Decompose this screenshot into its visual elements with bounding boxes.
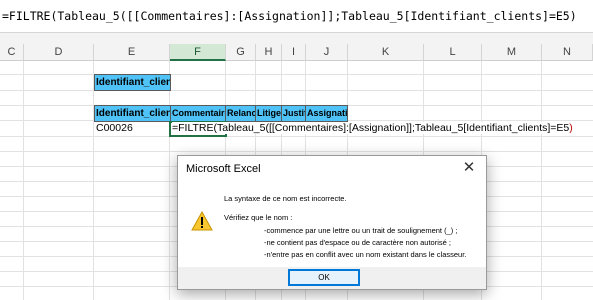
dialog-titlebar: Microsoft Excel ✕ [178, 156, 486, 183]
column-header-h[interactable]: H [256, 44, 282, 61]
dialog-bullet: -ne contient pas d'espace ou de caractèr… [264, 238, 451, 247]
dialog-message-main: La syntaxe de ce nom est incorrecte. [224, 194, 347, 203]
dialog-footer: OK [178, 267, 486, 289]
dialog-body: La syntaxe de ce nom est incorrecte. Vér… [178, 183, 486, 267]
column-header-i[interactable]: I [282, 44, 306, 61]
column-header-d[interactable]: D [24, 44, 94, 61]
active-cell-formula[interactable]: =FILTRE(Tableau_5([[Commentaires]:[Assig… [172, 122, 575, 134]
column-header-m[interactable]: M [482, 44, 542, 61]
column-header-f[interactable]: F [170, 44, 226, 61]
close-icon[interactable]: ✕ [460, 159, 478, 177]
ok-button[interactable]: OK [288, 269, 360, 286]
grid-line [0, 151, 593, 152]
column-header-g[interactable]: G [226, 44, 256, 61]
table-header-identifiant[interactable]: Identifiant_clients [94, 105, 171, 122]
grid-line [0, 136, 593, 137]
dialog-bullet: -commence par une lettre ou un trait de … [264, 226, 458, 235]
formula-bar[interactable]: =FILTRE(Tableau_5([[Commentaires]:[Assig… [0, 0, 593, 32]
table-header-litiges[interactable]: Litiges [255, 105, 282, 122]
column-header-n[interactable]: N [542, 44, 593, 61]
dialog-title: Microsoft Excel [186, 163, 261, 175]
column-header-j[interactable]: J [306, 44, 348, 61]
table-header-commentaires[interactable]: Commentaires [170, 105, 226, 122]
active-cell-f5[interactable]: =FILTRE(Tableau_5([[Commentaires]:[Assig… [169, 121, 575, 137]
grid-line [0, 74, 593, 75]
table-header-justif[interactable]: Justif [281, 105, 306, 122]
dialog-bullet: -n'entre pas en conflit avec un nom exis… [264, 250, 467, 259]
dialog-message-check: Vérifiez que le nom : [224, 213, 293, 222]
client-id-cell[interactable]: C00026 [94, 121, 170, 136]
column-header-l[interactable]: L [424, 44, 482, 61]
grid-line [0, 90, 593, 91]
error-dialog: Microsoft Excel ✕ La syntaxe de ce nom e… [177, 155, 487, 290]
formula-text[interactable]: =FILTRE(Tableau_5([[Commentaires]:[Assig… [2, 0, 577, 32]
warning-icon [191, 211, 213, 231]
column-header-c[interactable]: C [0, 44, 24, 61]
table-header-assignation[interactable]: Assignation [305, 105, 348, 122]
table-header-relance[interactable]: Relance [225, 105, 256, 122]
closing-paren: ) [569, 122, 573, 134]
column-header-k[interactable]: K [348, 44, 424, 61]
column-header-e[interactable]: E [94, 44, 170, 61]
lookup-header-cell[interactable]: Identifiant_clients [94, 74, 171, 91]
